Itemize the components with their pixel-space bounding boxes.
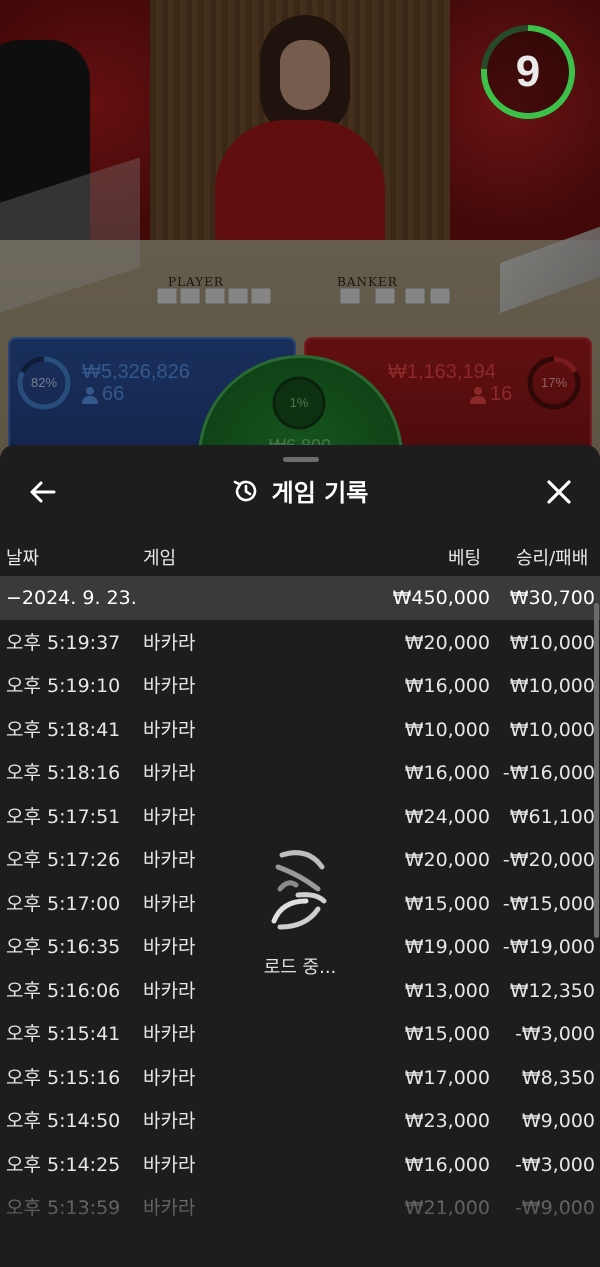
date-summary-row[interactable]: −2024. 9. 23. ₩450,000 ₩30,700 [0, 576, 600, 620]
game-history-sheet: 게임 기록 날짜 게임 베팅 승리/패배 −2024. 9. 23. ₩450,… [0, 445, 600, 1267]
row-time: 오후 5:14:50 [6, 1110, 121, 1132]
row-result: ₩61,100 [509, 806, 595, 828]
row-game: 바카라 [143, 936, 196, 958]
sheet-header: 게임 기록 [0, 473, 600, 509]
row-result: ₩10,000 [509, 632, 595, 654]
row-bet: ₩20,000 [404, 632, 490, 654]
history-row[interactable]: 오후 5:18:16 바카라 ₩16,000 -₩16,000 [0, 752, 600, 795]
row-game: 바카라 [143, 893, 196, 915]
row-time: 오후 5:19:10 [6, 675, 121, 697]
row-bet: ₩16,000 [404, 762, 490, 784]
row-bet: ₩15,000 [404, 893, 490, 915]
column-header-date: 날짜 [6, 548, 40, 569]
row-bet: ₩13,000 [404, 980, 490, 1002]
row-result: ₩10,000 [509, 719, 595, 741]
row-game: 바카라 [143, 1023, 196, 1045]
history-row[interactable]: 오후 5:18:41 바카라 ₩10,000 ₩10,000 [0, 709, 600, 752]
sheet-title: 게임 기록 [271, 479, 369, 507]
close-icon[interactable] [542, 475, 576, 509]
history-row[interactable]: 오후 5:19:37 바카라 ₩20,000 ₩10,000 [0, 622, 600, 665]
row-game: 바카라 [143, 1110, 196, 1132]
row-time: 오후 5:15:16 [6, 1067, 121, 1089]
loading-text: 로드 중... [263, 957, 337, 978]
row-time: 오후 5:14:25 [6, 1154, 121, 1176]
history-row[interactable]: 오후 5:15:16 바카라 ₩17,000 ₩8,350 [0, 1057, 600, 1100]
history-row[interactable]: 오후 5:19:10 바카라 ₩16,000 ₩10,000 [0, 665, 600, 708]
loading-spinner-icon [271, 850, 327, 930]
row-game: 바카라 [143, 980, 196, 1002]
row-time: 오후 5:15:41 [6, 1023, 121, 1045]
summary-bet-total: ₩450,000 [392, 587, 490, 609]
live-video-feed: PLAYER BANKER 82% ₩5,326,826 66 17% ₩1,1… [0, 0, 600, 460]
loading-indicator: 로드 중... [200, 845, 400, 995]
row-result: -₩16,000 [502, 762, 595, 784]
row-bet: ₩19,000 [404, 936, 490, 958]
row-time: 오후 5:16:35 [6, 936, 121, 958]
row-time: 오후 5:18:16 [6, 762, 121, 784]
countdown-timer: 9 [515, 47, 541, 96]
row-time: 오후 5:17:51 [6, 806, 121, 828]
row-game: 바카라 [143, 719, 196, 741]
row-bet: ₩16,000 [404, 675, 490, 697]
row-result: -₩20,000 [502, 849, 595, 871]
row-result: ₩8,350 [521, 1067, 595, 1089]
row-result: -₩9,000 [514, 1197, 595, 1219]
row-result: -₩3,000 [514, 1023, 595, 1045]
column-header-result: 승리/패배 [516, 548, 589, 569]
history-row[interactable]: 오후 5:14:50 바카라 ₩23,000 ₩9,000 [0, 1100, 600, 1143]
row-game: 바카라 [143, 1067, 196, 1089]
column-header-game: 게임 [143, 548, 177, 569]
history-row[interactable]: 오후 5:14:25 바카라 ₩16,000 -₩3,000 [0, 1144, 600, 1187]
row-result: ₩12,350 [509, 980, 595, 1002]
row-time: 오후 5:17:00 [6, 893, 121, 915]
row-game: 바카라 [143, 762, 196, 784]
row-bet: ₩23,000 [404, 1110, 490, 1132]
row-time: 오후 5:18:41 [6, 719, 121, 741]
scrollbar[interactable] [594, 603, 599, 938]
row-game: 바카라 [143, 806, 196, 828]
row-result: ₩9,000 [521, 1110, 595, 1132]
row-game: 바카라 [143, 849, 196, 871]
history-row[interactable]: 오후 5:15:41 바카라 ₩15,000 -₩3,000 [0, 1013, 600, 1056]
row-bet: ₩10,000 [404, 719, 490, 741]
row-bet: ₩16,000 [404, 1154, 490, 1176]
row-result: -₩3,000 [514, 1154, 595, 1176]
history-icon [233, 480, 256, 501]
row-game: 바카라 [143, 632, 196, 654]
row-game: 바카라 [143, 1154, 196, 1176]
row-bet: ₩15,000 [404, 1023, 490, 1045]
row-bet: ₩21,000 [404, 1197, 490, 1219]
row-result: -₩15,000 [502, 893, 595, 915]
row-bet: ₩24,000 [404, 806, 490, 828]
row-game: 바카라 [143, 1197, 196, 1219]
row-time: 오후 5:17:26 [6, 849, 121, 871]
row-bet: ₩17,000 [404, 1067, 490, 1089]
summary-date: −2024. 9. 23. [6, 587, 137, 609]
row-time: 오후 5:16:06 [6, 980, 121, 1002]
row-result: -₩19,000 [502, 936, 595, 958]
summary-result-total: ₩30,700 [509, 587, 595, 609]
column-header-bet: 베팅 [448, 548, 482, 569]
history-row[interactable]: 오후 5:13:59 바카라 ₩21,000 -₩9,000 [0, 1187, 600, 1230]
row-time: 오후 5:13:59 [6, 1197, 121, 1219]
history-row[interactable]: 오후 5:17:51 바카라 ₩24,000 ₩61,100 [0, 796, 600, 839]
row-result: ₩10,000 [509, 675, 595, 697]
sheet-drag-handle[interactable] [283, 457, 319, 462]
row-bet: ₩20,000 [404, 849, 490, 871]
row-time: 오후 5:19:37 [6, 632, 121, 654]
row-game: 바카라 [143, 675, 196, 697]
